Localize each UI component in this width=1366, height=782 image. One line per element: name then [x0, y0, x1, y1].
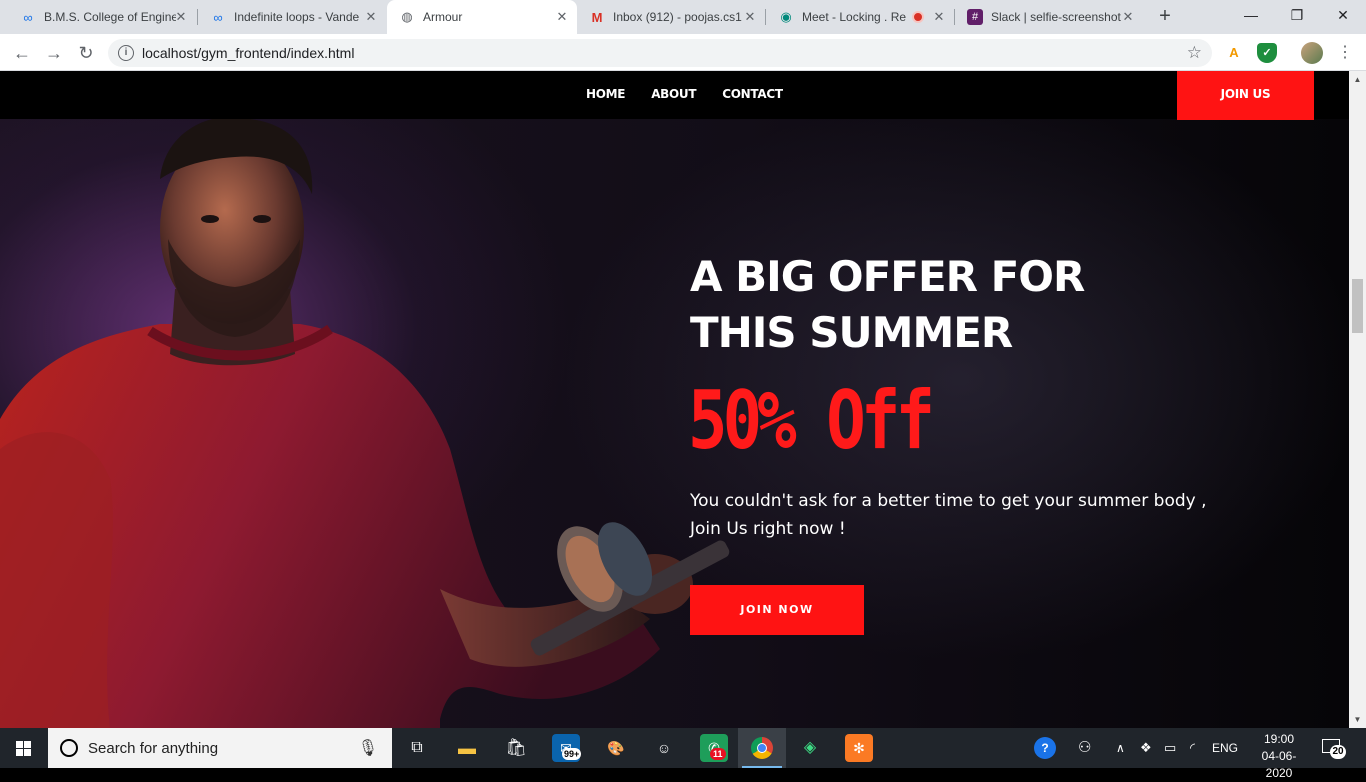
whatsapp-icon[interactable]: ✆ 11: [700, 734, 728, 762]
action-center-icon[interactable]: 20: [1322, 737, 1346, 759]
scroll-down-arrow-icon[interactable]: ▼: [1349, 711, 1366, 728]
microphone-icon[interactable]: 🎙: [358, 738, 378, 758]
tab-slack[interactable]: # Slack | selfie-screenshot ✕: [955, 0, 1143, 34]
browser-toolbar: ← → ↻ i localhost/gym_frontend/index.htm…: [0, 34, 1366, 71]
cortana-icon: [60, 739, 78, 757]
recording-icon: [912, 11, 924, 23]
shield-extension-icon[interactable]: ✓: [1257, 43, 1277, 63]
forward-button[interactable]: →: [42, 41, 66, 65]
tab-title: Meet - Locking . Re: [802, 10, 907, 24]
close-tab-icon[interactable]: ✕: [932, 10, 946, 24]
join-us-button[interactable]: JOIN US: [1177, 71, 1314, 120]
dropbox-icon[interactable]: ❖: [1140, 728, 1152, 768]
close-tab-icon[interactable]: ✕: [174, 10, 188, 24]
hero-headline: A BIG OFFER FOR THIS SUMMER: [690, 249, 1210, 361]
page-viewport: A BIG OFFER FOR THIS SUMMER 50% Off You …: [0, 71, 1366, 728]
tab-armour[interactable]: ◍ Armour ✕: [387, 0, 577, 34]
infinity-icon: ∞: [213, 9, 223, 25]
close-tab-icon[interactable]: ✕: [1121, 10, 1135, 24]
close-tab-icon[interactable]: ✕: [364, 10, 378, 24]
new-tab-button[interactable]: +: [1154, 6, 1176, 28]
close-tab-icon[interactable]: ✕: [743, 10, 757, 24]
file-explorer-icon[interactable]: ▬: [453, 734, 481, 762]
start-button[interactable]: [0, 728, 48, 768]
battery-icon[interactable]: ▭: [1164, 728, 1176, 768]
windows-logo-icon: [16, 741, 32, 756]
profile-avatar[interactable]: [1301, 42, 1323, 64]
meet-icon: ◉: [780, 9, 792, 24]
tab-bms-college[interactable]: ∞ B.M.S. College of Engine ✕: [8, 0, 196, 34]
xampp-icon[interactable]: ✻: [845, 734, 873, 762]
close-window-button[interactable]: ✕: [1320, 0, 1366, 30]
tab-title: Armour: [423, 10, 463, 24]
close-tab-icon[interactable]: ✕: [555, 10, 569, 24]
globe-icon: ◍: [401, 9, 413, 24]
tab-title: Slack | selfie-screenshot: [991, 10, 1121, 24]
android-studio-icon[interactable]: ◈: [796, 734, 824, 762]
clock-time: 19:00: [1263, 732, 1295, 746]
app-face-icon[interactable]: ☺: [650, 734, 678, 762]
join-now-button[interactable]: JOIN NOW: [690, 585, 864, 635]
gmail-icon: M: [591, 9, 603, 25]
whatsapp-badge: 11: [710, 748, 726, 760]
tab-indefinite-loops[interactable]: ∞ Indefinite loops - Vande ✕: [198, 0, 386, 34]
browser-menu-icon[interactable]: ⋮: [1335, 42, 1355, 64]
headline-line-1: A BIG OFFER FOR: [690, 252, 1085, 301]
browser-tab-strip: ∞ B.M.S. College of Engine ✕ ∞ Indefinit…: [0, 0, 1366, 34]
nav-home-link[interactable]: HOME: [586, 87, 625, 101]
nav-contact-link[interactable]: CONTACT: [722, 87, 783, 101]
headline-line-2: THIS SUMMER: [690, 308, 1013, 357]
tab-title: B.M.S. College of Engine: [44, 10, 176, 24]
scrollbar-thumb[interactable]: [1352, 279, 1363, 333]
people-icon[interactable]: ⚇: [1078, 728, 1091, 768]
url-text[interactable]: localhost/gym_frontend/index.html: [142, 45, 354, 61]
fitness-model-image: [0, 119, 730, 728]
offer-description: You couldn't ask for a better time to ge…: [690, 491, 1207, 539]
clock-date: 04-06-2020: [1261, 749, 1297, 780]
offer-text: 50% Off: [688, 374, 935, 467]
page-scrollbar[interactable]: ▲ ▼: [1349, 71, 1366, 728]
reload-button[interactable]: ↻: [74, 41, 98, 65]
site-info-icon[interactable]: i: [118, 45, 134, 61]
windows-taskbar: Search for anything 🎙 ⧉ ▬ 🛍 ✉ 99+ 🎨 ☺ ✆ …: [0, 728, 1366, 780]
nav-links: HOME ABOUT CONTACT: [586, 87, 783, 101]
scroll-up-arrow-icon[interactable]: ▲: [1349, 71, 1366, 88]
chrome-taskbar-item[interactable]: [738, 728, 786, 768]
tab-title: Inbox (912) - poojas.cs1: [613, 10, 742, 24]
language-indicator[interactable]: ENG: [1212, 728, 1238, 768]
nav-about-link[interactable]: ABOUT: [651, 87, 696, 101]
slack-icon: #: [967, 9, 983, 25]
tab-meet[interactable]: ◉ Meet - Locking . Re ✕: [766, 0, 954, 34]
mail-badge: 99+: [562, 748, 582, 760]
notification-count-badge: 20: [1330, 745, 1346, 759]
store-icon[interactable]: 🛍: [502, 734, 530, 762]
infinity-icon: ∞: [23, 9, 33, 25]
system-clock[interactable]: 19:00 04-06-2020: [1250, 731, 1308, 782]
tray-expand-icon[interactable]: ∧: [1116, 728, 1125, 768]
tab-title: Indefinite loops - Vande: [234, 10, 360, 24]
search-placeholder: Search for anything: [88, 740, 219, 757]
task-view-icon[interactable]: ⧉: [403, 734, 431, 762]
taskbar-search-box[interactable]: Search for anything 🎙: [48, 728, 392, 768]
tab-gmail-inbox[interactable]: M Inbox (912) - poojas.cs1 ✕: [577, 0, 765, 34]
hero-section: A BIG OFFER FOR THIS SUMMER 50% Off You …: [0, 119, 1349, 728]
extension-a-icon[interactable]: A: [1224, 43, 1244, 63]
site-navbar: HOME ABOUT CONTACT: [0, 71, 1349, 119]
back-button[interactable]: ←: [10, 41, 34, 65]
wifi-icon[interactable]: ◜: [1190, 728, 1195, 768]
restore-button[interactable]: ❐: [1274, 0, 1320, 30]
minimize-button[interactable]: —: [1228, 0, 1274, 30]
bookmark-star-icon[interactable]: ☆: [1187, 43, 1202, 63]
address-bar[interactable]: i localhost/gym_frontend/index.html ☆: [108, 39, 1212, 67]
help-icon[interactable]: ?: [1034, 728, 1058, 768]
paint-icon[interactable]: 🎨: [602, 734, 630, 762]
chrome-icon: [748, 734, 776, 762]
mail-icon[interactable]: ✉ 99+: [552, 734, 582, 762]
